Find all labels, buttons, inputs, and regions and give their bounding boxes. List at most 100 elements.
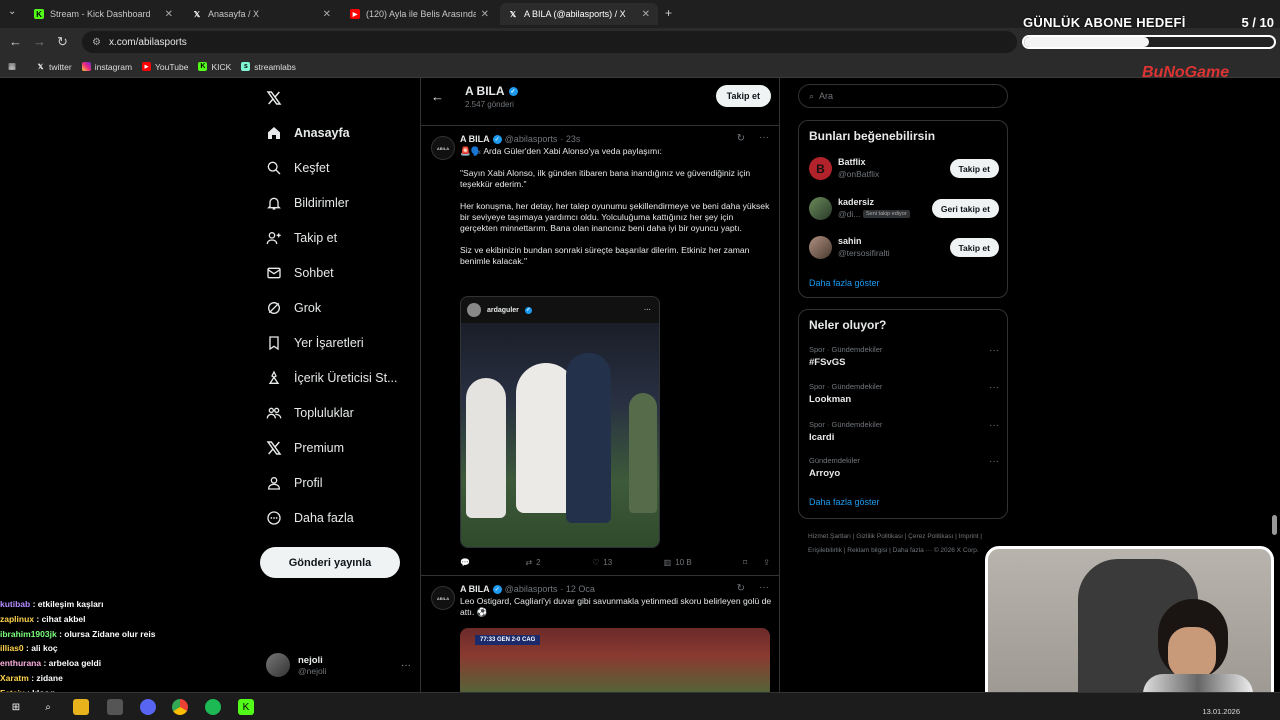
apps-icon[interactable]: ▦	[8, 61, 16, 72]
footer-links[interactable]: Hizmet Şartları | Gizlilik Politikası | …	[808, 530, 1008, 558]
forward-icon[interactable]: →	[33, 34, 46, 49]
search-icon[interactable]: ⌕	[40, 699, 56, 715]
chrome-icon[interactable]	[172, 699, 188, 715]
chat-message: ibrahim1903jk : olursa Zidane olur reis	[0, 627, 250, 642]
suggested-user[interactable]: B Batflix @onBatflix Takip et	[809, 157, 999, 183]
bookmark-icon: ⌑	[743, 558, 748, 567]
chat-username: illias0	[0, 643, 24, 654]
discord-icon[interactable]	[140, 699, 156, 715]
close-icon[interactable]: ✕	[642, 9, 650, 20]
reload-icon[interactable]: ↻	[57, 34, 68, 50]
tab-youtube[interactable]: ▶ (120) Ayla ile Belis Arasında Kri... ✕	[342, 3, 497, 25]
tweet[interactable]: ABILA A BILA ✓ @abilasports · 12 Oca ↻ ·…	[421, 576, 779, 692]
trend-item[interactable]: Gündemdekiler Arroyo ···	[809, 456, 999, 479]
follow-button[interactable]: Takip et	[949, 238, 999, 257]
bookmark-streamlabs[interactable]: s streamlabs	[241, 62, 296, 72]
new-tab-button[interactable]: +	[665, 6, 672, 20]
nav-communities[interactable]: Topluluklar	[266, 405, 354, 421]
follow-back-button[interactable]: Geri takip et	[931, 199, 999, 218]
more-dots-icon[interactable]: ···	[759, 132, 769, 143]
tab-abilasports[interactable]: 𝕏 A BILA (@abilasports) / X ✕	[500, 3, 658, 25]
bookmark-twitter[interactable]: 𝕏twitter	[36, 62, 72, 72]
trend-item[interactable]: Spor · Gündemdekiler #FSvGS ···	[809, 345, 999, 368]
back-icon[interactable]: ←	[9, 34, 22, 49]
nav-messages[interactable]: Sohbet	[266, 265, 334, 281]
grok-icon[interactable]: ↻	[737, 583, 745, 594]
show-more-link[interactable]: Daha fazla göster	[809, 278, 880, 288]
more-dots-icon[interactable]: ···	[989, 345, 999, 356]
nav-follow[interactable]: Takip et	[266, 230, 337, 246]
repost-button[interactable]: ⇄ 2	[525, 558, 540, 567]
like-button[interactable]: ♡ 13	[592, 558, 612, 567]
more-dots-icon[interactable]: ···	[989, 456, 999, 467]
chat-message: zaplinux : cihat akbel	[0, 612, 250, 627]
right-sidebar: ⌕ Ara Bunları beğenebilirsin B Batflix @…	[798, 78, 1010, 692]
tab-kick-dashboard[interactable]: K Stream - Kick Dashboard ✕	[26, 3, 181, 25]
trend-item[interactable]: Spor · Gündemdekiler Icardi ···	[809, 420, 999, 443]
bookmark-kick[interactable]: K KICK	[198, 62, 231, 72]
nav-explore[interactable]: Keşfet	[266, 160, 329, 176]
follow-button[interactable]: Takip et	[715, 85, 771, 107]
tweet-actions: 💬 ⇄ 2 ♡ 13 ▥ 10 B ⌑ ⇪	[460, 558, 770, 567]
follows-you-badge: Seni takip ediyor	[863, 210, 910, 218]
close-icon[interactable]: ✕	[323, 9, 331, 20]
kick-icon[interactable]: K	[238, 699, 254, 715]
chat-text: : olursa Zidane olur reis	[56, 628, 156, 639]
kick-icon: K	[198, 62, 208, 71]
share-icon[interactable]: ⇪	[763, 558, 770, 567]
back-arrow-icon[interactable]: ←	[431, 89, 444, 104]
suggested-user[interactable]: sahin @tersosifiralti Takip et	[809, 236, 999, 262]
card-title: Bunları beğenebilirsin	[809, 129, 936, 143]
url-field[interactable]: ⚙ x.com/abilasports	[82, 31, 1017, 53]
bookmark-instagram[interactable]: instagram	[81, 62, 132, 72]
bookmark-button[interactable]: ⌑ ⇪	[743, 558, 770, 567]
suggested-user[interactable]: kadersiz @di... Seni takip ediyor Geri t…	[809, 197, 999, 223]
show-more-link[interactable]: Daha fazla göster	[809, 497, 880, 507]
goal-progress-bar	[1022, 35, 1276, 49]
nav-grok[interactable]: Grok	[266, 300, 321, 316]
search-input[interactable]: ⌕ Ara	[798, 84, 1008, 108]
nav-premium[interactable]: Premium	[266, 440, 344, 456]
tab-list-icon[interactable]: ⌄	[8, 6, 16, 17]
more-dots-icon[interactable]: ···	[759, 582, 769, 593]
close-icon[interactable]: ✕	[165, 9, 173, 20]
tweet[interactable]: ABILA A BILA ✓ @abilasports · 23s ↻ ··· …	[421, 126, 779, 576]
site-info-icon[interactable]: ⚙	[92, 37, 101, 48]
reply-button[interactable]: 💬	[460, 558, 474, 567]
close-icon[interactable]: ✕	[481, 9, 489, 20]
more-dots-icon[interactable]: ···	[989, 420, 999, 431]
bookmarks-bar: ▦ 𝕏twitter instagram ▶ YouTube K KICK s str…	[0, 56, 1280, 78]
subscriber-goal-overlay: GÜNLÜK ABONE HEDEFİ 5 / 10	[1020, 13, 1280, 53]
trend-item[interactable]: Spor · Gündemdekiler Lookman ···	[809, 382, 999, 405]
app-icon[interactable]	[107, 699, 123, 715]
chat-username: zaplinux	[0, 613, 35, 624]
grok-icon	[268, 302, 280, 314]
nav-bookmarks[interactable]: Yer İşaretleri	[266, 335, 364, 351]
x-logo[interactable]	[266, 90, 282, 106]
bookmark-youtube[interactable]: ▶ YouTube	[142, 62, 188, 72]
tweet-media[interactable]: 77:33 GEN 2-0 CAG	[460, 628, 770, 692]
nav-creator-studio[interactable]: İçerik Üreticisi St...	[266, 370, 398, 386]
windows-start-icon[interactable]: ⊞	[8, 699, 24, 715]
views-button[interactable]: ▥ 10 B	[664, 558, 692, 567]
more-dots-icon[interactable]: ···	[989, 382, 999, 393]
file-explorer-icon[interactable]	[73, 699, 89, 715]
post-button[interactable]: Gönderi yayınla	[260, 547, 400, 578]
main-timeline: ← A BILA ✓ 2.547 gönderi Takip et ABILA …	[420, 78, 780, 692]
youtube-icon: ▶	[142, 62, 152, 71]
nav-more[interactable]: Daha fazla	[266, 510, 354, 526]
nav-profile[interactable]: Profil	[266, 475, 322, 491]
account-switcher[interactable]: nejoli @nejoli ···	[266, 653, 411, 677]
embedded-post[interactable]: ardaguler ✓ ···	[460, 296, 660, 548]
nav-home[interactable]: Anasayfa	[266, 125, 350, 141]
verified-icon: ✓	[524, 306, 532, 314]
webcam-overlay	[985, 546, 1274, 708]
goal-count: 5 / 10	[1241, 15, 1274, 30]
scrollbar-thumb[interactable]	[1272, 515, 1277, 535]
follow-button[interactable]: Takip et	[949, 159, 999, 178]
grok-icon[interactable]: ↻	[737, 133, 745, 144]
more-dots-icon[interactable]: ···	[401, 660, 411, 671]
spotify-icon[interactable]	[205, 699, 221, 715]
tab-x-home[interactable]: 𝕏 Anasayfa / X ✕	[184, 3, 339, 25]
nav-notifications[interactable]: Bildirimler	[266, 195, 349, 211]
